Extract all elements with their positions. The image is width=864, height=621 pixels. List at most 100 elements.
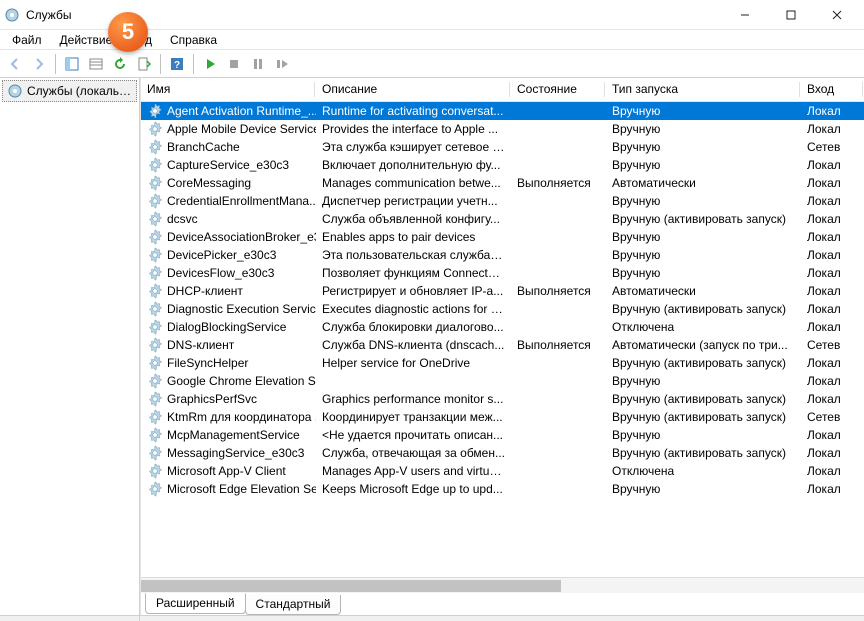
service-logon: Сетев xyxy=(801,338,864,352)
scroll-thumb[interactable] xyxy=(141,580,561,592)
maximize-button[interactable] xyxy=(768,0,814,30)
gear-icon xyxy=(147,391,163,407)
service-startup: Автоматически xyxy=(606,176,801,190)
service-name: Microsoft App-V Client xyxy=(167,464,286,478)
service-logon: Локал xyxy=(801,122,864,136)
column-state[interactable]: Состояние xyxy=(511,78,606,101)
service-desc: Включает дополнительную фу... xyxy=(316,158,511,172)
service-logon: Локал xyxy=(801,158,864,172)
service-startup: Вручную xyxy=(606,428,801,442)
minimize-button[interactable] xyxy=(722,0,768,30)
service-name: dcsvc xyxy=(167,212,198,226)
tab-standard[interactable]: Стандартный xyxy=(245,595,342,615)
service-startup: Вручную (активировать запуск) xyxy=(606,410,801,424)
service-startup: Вручную (активировать запуск) xyxy=(606,212,801,226)
table-row[interactable]: DevicesFlow_e30c3Позволяет функциям Conn… xyxy=(141,264,864,282)
service-desc: Служба DNS-клиента (dnscach... xyxy=(316,338,511,352)
table-row[interactable]: DevicePicker_e30c3Эта пользовательская с… xyxy=(141,246,864,264)
service-desc: Эта служба кэширует сетевое с... xyxy=(316,140,511,154)
start-service-button[interactable] xyxy=(199,53,221,75)
table-row[interactable]: dcsvcСлужба объявленной конфигу...Вручну… xyxy=(141,210,864,228)
forward-button[interactable] xyxy=(28,53,50,75)
gear-icon xyxy=(147,157,163,173)
table-row[interactable]: Microsoft App-V ClientManages App-V user… xyxy=(141,462,864,480)
table-row[interactable]: Apple Mobile Device ServiceProvides the … xyxy=(141,120,864,138)
table-row[interactable]: DialogBlockingServiceСлужба блокировки д… xyxy=(141,318,864,336)
table-row[interactable]: CredentialEnrollmentMana...Диспетчер рег… xyxy=(141,192,864,210)
service-desc: Helper service for OneDrive xyxy=(316,356,511,370)
menu-help[interactable]: Справка xyxy=(164,31,223,49)
service-startup: Вручную (активировать запуск) xyxy=(606,446,801,460)
gear-icon xyxy=(7,83,23,99)
service-desc: Служба, отвечающая за обмен... xyxy=(316,446,511,460)
gear-icon xyxy=(147,175,163,191)
table-row[interactable]: FileSyncHelperHelper service for OneDriv… xyxy=(141,354,864,372)
service-desc: Регистрирует и обновляет IP-а... xyxy=(316,284,511,298)
gear-icon xyxy=(147,103,163,119)
table-row[interactable]: DHCP-клиентРегистрирует и обновляет IP-а… xyxy=(141,282,864,300)
tree-pane[interactable]: Службы (локальные) xyxy=(0,78,140,615)
properties-button[interactable] xyxy=(85,53,107,75)
service-name: GraphicsPerfSvc xyxy=(167,392,257,406)
restart-service-button[interactable] xyxy=(271,53,293,75)
table-row[interactable]: Agent Activation Runtime_...Runtime for … xyxy=(141,102,864,120)
gear-icon xyxy=(147,409,163,425)
service-startup: Вручную xyxy=(606,248,801,262)
service-startup: Вручную xyxy=(606,230,801,244)
svg-text:?: ? xyxy=(174,60,180,71)
table-row[interactable]: CoreMessagingManages communication betwe… xyxy=(141,174,864,192)
table-row[interactable]: BranchCacheЭта служба кэширует сетевое с… xyxy=(141,138,864,156)
service-logon: Локал xyxy=(801,266,864,280)
service-logon: Локал xyxy=(801,194,864,208)
service-logon: Сетев xyxy=(801,410,864,424)
service-name: DevicesFlow_e30c3 xyxy=(167,266,274,280)
show-hide-tree-button[interactable] xyxy=(61,53,83,75)
service-name: DialogBlockingService xyxy=(167,320,286,334)
table-row[interactable]: DeviceAssociationBroker_e3...Enables app… xyxy=(141,228,864,246)
gear-icon xyxy=(147,481,163,497)
table-row[interactable]: GraphicsPerfSvcGraphics performance moni… xyxy=(141,390,864,408)
table-row[interactable]: MessagingService_e30c3 Служба, отвечающая… xyxy=(141,444,864,462)
pause-service-button[interactable] xyxy=(247,53,269,75)
table-row[interactable]: Microsoft Edge Elevation Se...Keeps Micr… xyxy=(141,480,864,498)
help-button[interactable]: ? xyxy=(166,53,188,75)
service-startup: Отключена xyxy=(606,464,801,478)
service-logon: Локал xyxy=(801,284,864,298)
service-logon: Локал xyxy=(801,392,864,406)
table-row[interactable]: Google Chrome Elevation S...ВручнуюЛокал xyxy=(141,372,864,390)
table-row[interactable]: Diagnostic Execution ServiceExecutes dia… xyxy=(141,300,864,318)
column-name[interactable]: Имя xyxy=(141,78,316,101)
refresh-button[interactable] xyxy=(109,53,131,75)
service-name: DNS-клиент xyxy=(167,338,234,352)
column-logon[interactable]: Вход xyxy=(801,78,864,101)
horizontal-scrollbar[interactable] xyxy=(141,577,864,593)
service-startup: Вручную xyxy=(606,266,801,280)
service-startup: Автоматически (запуск по три... xyxy=(606,338,801,352)
service-name: DeviceAssociationBroker_e3... xyxy=(167,230,316,244)
gear-icon xyxy=(147,373,163,389)
service-startup: Отключена xyxy=(606,320,801,334)
column-description[interactable]: Описание xyxy=(316,78,511,101)
service-name: MessagingService_e30c3 xyxy=(167,446,304,460)
service-desc: Executes diagnostic actions for tr... xyxy=(316,302,511,316)
tree-node-services-local[interactable]: Службы (локальные) xyxy=(2,80,137,102)
service-startup: Вручную xyxy=(606,104,801,118)
service-name: Agent Activation Runtime_... xyxy=(167,104,316,118)
menu-file[interactable]: Файл xyxy=(6,31,48,49)
table-row[interactable]: McpManagementService<Не удается прочитат… xyxy=(141,426,864,444)
table-row[interactable]: KtmRm для координатора ...Координирует т… xyxy=(141,408,864,426)
back-button[interactable] xyxy=(4,53,26,75)
stop-service-button[interactable] xyxy=(223,53,245,75)
table-row[interactable]: CaptureService_e30c3Включает дополнитель… xyxy=(141,156,864,174)
gear-icon xyxy=(147,193,163,209)
service-list[interactable]: Agent Activation Runtime_...Runtime for … xyxy=(141,102,864,577)
service-logon: Локал xyxy=(801,176,864,190)
service-logon: Локал xyxy=(801,248,864,262)
service-startup: Вручную xyxy=(606,374,801,388)
column-startup[interactable]: Тип запуска xyxy=(606,78,801,101)
export-button[interactable] xyxy=(133,53,155,75)
close-button[interactable] xyxy=(814,0,860,30)
table-row[interactable]: DNS-клиент Служба DNS-клиента (dnscach...… xyxy=(141,336,864,354)
gear-icon xyxy=(147,121,163,137)
tab-extended[interactable]: Расширенный xyxy=(145,593,246,614)
